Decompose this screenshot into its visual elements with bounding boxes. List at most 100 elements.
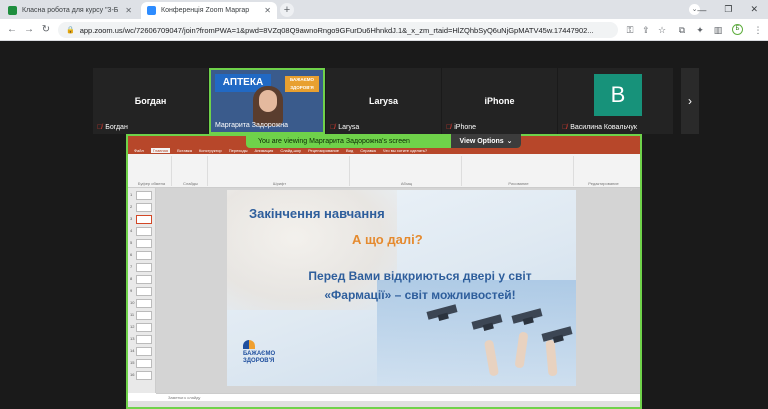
slide-thumbnail[interactable] (136, 359, 152, 368)
ppt-tab[interactable]: Переходы (229, 148, 248, 153)
bookmark-icon[interactable]: ☆ (656, 23, 668, 37)
close-window-icon[interactable]: ✕ (750, 4, 758, 15)
share-icon[interactable]: ⇪ (640, 23, 652, 37)
slide-thumbnails: 1 2 3 4 5 6 7 8 9 10 11 12 13 14 15 16 (128, 188, 156, 393)
slide-number: 4 (130, 228, 133, 233)
slide-canvas: Закінчення навчання А що далі? Перед Вам… (156, 188, 640, 393)
speaker-tag: БАЖАЄМО ЗДОРОВ'Я (285, 76, 319, 92)
back-icon[interactable]: ← (5, 23, 19, 37)
slide-thumbnail[interactable] (136, 227, 152, 236)
active-speaker-tile[interactable]: АПТЕКА БАЖАЄМО ЗДОРОВ'Я Маргарита Задоро… (209, 68, 325, 134)
slide-thumbnail[interactable] (136, 323, 152, 332)
slide-thumbnail[interactable] (136, 215, 152, 224)
address-bar[interactable]: 🔒 app.zoom.us/wc/72606709047/join?fromPW… (58, 22, 618, 38)
slide-text-line: «Фармації» – світ можливостей! (324, 288, 516, 302)
participant-label: Василина Ковальчук (570, 124, 637, 131)
browser-tabstrip: Класна робота для курсу "3-Б ✕ Конференц… (0, 0, 768, 19)
participant-tile[interactable]: Larysa 🎙̸ Larysa (326, 68, 441, 134)
slide-number: 2 (130, 204, 133, 209)
tab-zoom[interactable]: Конференція Zoom Маргар ✕ (141, 2, 277, 19)
slide-number: 8 (130, 276, 133, 281)
ppt-tab[interactable]: Вставка (177, 148, 192, 153)
participant-tile[interactable]: iPhone 🎙̸ iPhone (442, 68, 557, 134)
ppt-tab[interactable]: Файл (134, 148, 144, 153)
minimize-icon[interactable]: — (697, 5, 706, 15)
slide-thumbnail[interactable] (136, 335, 152, 344)
slide-thumbnail[interactable] (136, 251, 152, 260)
ribbon-group-label: Абзац (400, 181, 413, 186)
slide-thumbnail[interactable] (136, 287, 152, 296)
ppt-tab[interactable]: Конструктор (199, 148, 222, 153)
share-banner-text: You are viewing Маргарита Задорожна's sc… (258, 137, 410, 145)
slide-thumbnail[interactable] (136, 191, 152, 200)
extensions-icon[interactable]: ⧉ (676, 23, 688, 37)
key-icon[interactable]: ⚿ (624, 23, 636, 37)
ppt-tab[interactable]: Главная (150, 147, 171, 153)
ribbon-group[interactable]: Буфер обмена (132, 156, 172, 186)
slide-thumbnail[interactable] (136, 371, 152, 380)
ribbon-group[interactable]: Рисование (464, 156, 574, 186)
tab-title: Класна робота для курсу "3-Б (22, 7, 119, 14)
slide-number: 12 (130, 324, 135, 329)
slide-notes[interactable]: Заметки к слайду (156, 393, 640, 401)
mic-muted-icon: 🎙̸ (446, 124, 452, 131)
ribbon-group[interactable]: Шрифт (210, 156, 350, 186)
ribbon-group[interactable]: Абзац (352, 156, 462, 186)
slide-title: Закінчення навчання (249, 206, 385, 221)
tab-classroom[interactable]: Класна робота для курсу "3-Б ✕ (2, 2, 138, 19)
participant-tile[interactable]: Богдан 🎙̸ Богдан (93, 68, 208, 134)
participant-footer: Маргарита Задорожна (215, 122, 288, 129)
ppt-tab[interactable]: Справка (360, 148, 376, 153)
zoom-icon (147, 6, 156, 15)
view-options-button[interactable]: View Options ⌄ (451, 134, 521, 148)
slide-thumbnail[interactable] (136, 347, 152, 356)
current-slide[interactable]: Закінчення навчання А що далі? Перед Вам… (227, 190, 576, 386)
browser-toolbar: ← → ↻ 🔒 app.zoom.us/wc/72606709047/join?… (0, 19, 768, 41)
window-controls: — ❐ ✕ (697, 0, 768, 19)
ppt-tab[interactable]: Рецензирование (308, 148, 339, 153)
profile-avatar[interactable]: Б (732, 24, 743, 35)
maximize-icon[interactable]: ❐ (724, 4, 732, 15)
ppt-tab[interactable]: Слайд-шоу (280, 148, 301, 153)
slide-number: 6 (130, 252, 133, 257)
slide-thumbnail[interactable] (136, 275, 152, 284)
ribbon-group[interactable]: Редактирование (576, 156, 631, 186)
ppt-ribbon: Буфер обмена Слайды Шрифт Абзац Рисовани… (128, 154, 640, 188)
ribbon-group[interactable]: Слайды (174, 156, 208, 186)
ribbon-groups: Буфер обмена Слайды Шрифт Абзац Рисовани… (132, 156, 636, 186)
slide-number: 10 (130, 300, 135, 305)
next-page-arrow[interactable]: › (681, 68, 699, 134)
close-icon[interactable]: ✕ (125, 6, 132, 15)
sidepanel-icon[interactable]: ▥ (712, 23, 724, 37)
slide-number: 15 (130, 360, 135, 365)
slide-number: 9 (130, 288, 133, 293)
ppt-tab[interactable]: Что вы хотите сделать? (383, 148, 427, 153)
new-tab-button[interactable]: + (280, 3, 294, 17)
slide-thumbnail[interactable] (136, 203, 152, 212)
slide-number: 3 (130, 216, 133, 221)
ribbon-group-label: Рисование (508, 181, 529, 186)
slide-thumbnail[interactable] (136, 311, 152, 320)
participant-footer: 🎙̸ Василина Ковальчук (562, 124, 637, 131)
screen-share-banner: You are viewing Маргарита Задорожна's sc… (246, 134, 521, 148)
slide-thumbnail[interactable] (136, 239, 152, 248)
ribbon-group-label: Редактирование (588, 181, 619, 186)
slide-number: 1 (130, 192, 133, 197)
slide-thumbnail[interactable] (136, 263, 152, 272)
person-face (259, 90, 277, 112)
logo-text: БАЖАЄМО (243, 351, 276, 357)
menu-icon[interactable]: ⋮ (752, 23, 764, 37)
close-icon[interactable]: ✕ (264, 6, 271, 15)
reload-icon[interactable]: ↻ (39, 23, 53, 37)
forward-icon[interactable]: → (22, 23, 36, 37)
puzzle-icon[interactable]: ✦ (694, 23, 706, 37)
participant-tile[interactable]: B 🎙̸ Василина Ковальчук (558, 68, 673, 134)
ppt-tab[interactable]: Вид (346, 148, 353, 153)
ppt-tab[interactable]: Анимация (255, 148, 274, 153)
zoom-top-bar (0, 41, 768, 68)
mic-muted-icon: 🎙̸ (562, 124, 568, 131)
mic-muted-icon: 🎙̸ (330, 124, 336, 131)
slide-thumbnail[interactable] (136, 299, 152, 308)
participant-footer: 🎙̸ iPhone (446, 124, 476, 131)
participant-strip: Богдан 🎙̸ Богдан АПТЕКА БАЖАЄМО ЗДОРОВ'Я… (0, 68, 768, 134)
